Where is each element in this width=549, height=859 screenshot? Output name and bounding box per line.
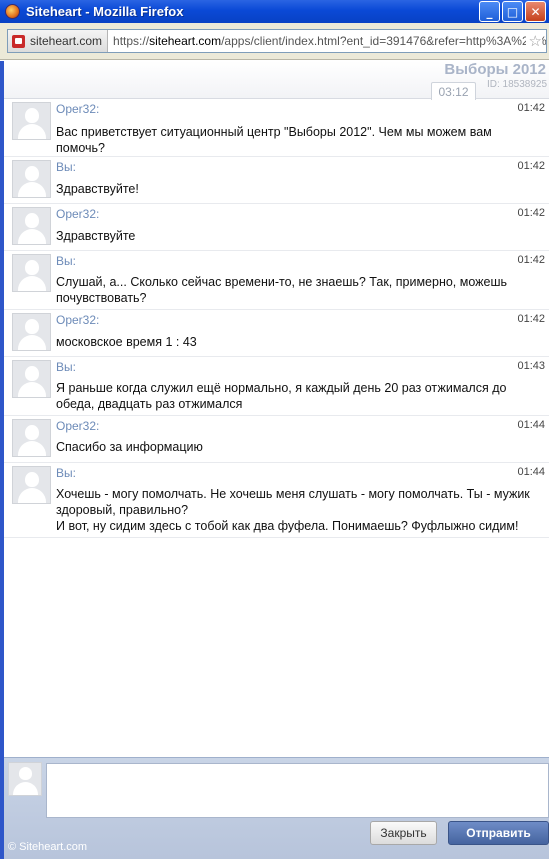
avatar (12, 419, 51, 457)
message-author: Вы: (56, 160, 76, 174)
message-item: Oper32: 01:42 Здравствуйте (4, 204, 549, 251)
avatar (12, 466, 51, 504)
message-item: Вы: 01:43 Я раньше когда служил ещё норм… (4, 357, 549, 416)
chat-timer: 03:12 (431, 82, 476, 100)
message-time: 01:42 (517, 207, 545, 219)
avatar (12, 160, 51, 198)
message-author: Oper32: (56, 313, 100, 327)
site-identity-badge[interactable]: siteheart.com (8, 30, 109, 52)
message-text: Хочешь - могу помолчать. Не хочешь меня … (56, 487, 530, 533)
url-path: /apps/client/index.html?ent_id=391476&re… (221, 34, 547, 48)
message-item: Oper32: 01:42 московское время 1 : 43 (4, 310, 549, 357)
message-author: Вы: (56, 360, 76, 374)
message-item: Вы: 01:42 Слушай, а... Сколько сейчас вр… (4, 251, 549, 310)
message-text: Спасибо за информацию (56, 440, 203, 454)
maximize-icon[interactable]: □ (502, 1, 523, 22)
url-field[interactable]: siteheart.com https://siteheart.com/apps… (7, 29, 547, 53)
message-text: Слушай, а... Сколько сейчас времени-то, … (56, 275, 508, 305)
message-time: 01:42 (517, 102, 545, 114)
message-time: 01:42 (517, 254, 545, 266)
avatar (12, 360, 51, 398)
compose-panel: Закрыть Отправить © Siteheart.com (4, 757, 549, 859)
url-domain: siteheart.com (149, 34, 222, 48)
message-item: Oper32: 01:42 Вас приветствует ситуацион… (4, 99, 549, 157)
message-time: 01:44 (517, 466, 545, 478)
address-bar: siteheart.com https://siteheart.com/apps… (0, 23, 549, 60)
copyright-text: © Siteheart.com (8, 841, 88, 853)
message-text: Я раньше когда служил ещё нормально, я к… (56, 381, 507, 411)
message-time: 01:44 (517, 419, 545, 431)
message-item: Oper32: 01:44 Спасибо за информацию (4, 416, 549, 463)
url-text[interactable]: https://siteheart.com/apps/client/index.… (113, 34, 547, 48)
message-time: 01:42 (517, 313, 545, 325)
avatar (12, 254, 51, 292)
message-text: московское время 1 : 43 (56, 335, 197, 349)
message-author: Вы: (56, 254, 76, 268)
message-item: Вы: 01:44 Хочешь - могу помолчать. Не хо… (4, 463, 549, 538)
message-text: Здравствуйте (56, 229, 136, 243)
message-item: Вы: 01:42 Здравствуйте! (4, 157, 549, 204)
message-author: Oper32: (56, 207, 100, 221)
message-input[interactable] (46, 763, 549, 818)
message-list: Oper32: 01:42 Вас приветствует ситуацион… (4, 99, 549, 538)
firefox-icon (5, 4, 20, 19)
avatar (8, 762, 42, 796)
avatar (12, 313, 51, 351)
message-author: Oper32: (56, 419, 100, 433)
message-author: Вы: (56, 466, 76, 480)
message-time: 01:42 (517, 160, 545, 172)
close-button[interactable]: Закрыть (370, 821, 437, 845)
avatar (12, 102, 51, 140)
window-controls: _ □ ✕ (479, 1, 546, 22)
site-favicon-icon (12, 34, 25, 48)
message-time: 01:43 (517, 360, 545, 372)
url-prefix: https:// (113, 34, 150, 48)
chat-brand-title: Выборы 2012 (444, 61, 546, 78)
message-author: Oper32: (56, 102, 100, 116)
message-text: Вас приветствует ситуационный центр "Выб… (56, 125, 492, 155)
send-button[interactable]: Отправить (448, 821, 549, 845)
session-id: ID: 18538925 (487, 79, 548, 90)
avatar (12, 207, 51, 245)
site-badge-label: siteheart.com (30, 34, 103, 48)
minimize-icon[interactable]: _ (479, 1, 500, 22)
window-title: Siteheart - Mozilla Firefox (26, 4, 184, 19)
message-text: Здравствуйте! (56, 182, 139, 196)
star-icon[interactable]: ☆ (525, 32, 542, 50)
window-titlebar: Siteheart - Mozilla Firefox _ □ ✕ (0, 0, 549, 23)
close-icon[interactable]: ✕ (525, 1, 546, 22)
